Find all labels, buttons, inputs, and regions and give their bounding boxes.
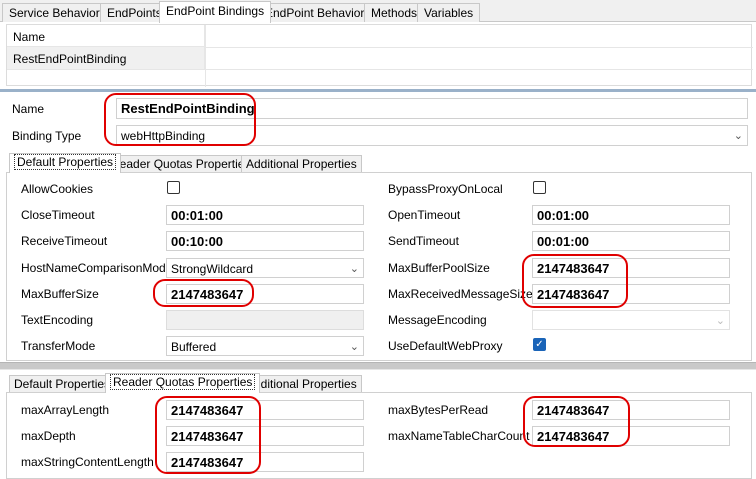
text-encoding-field[interactable] bbox=[166, 310, 364, 330]
max-buffer-pool-field[interactable]: 2147483647 bbox=[532, 258, 730, 278]
max-string-content-field[interactable]: 2147483647 bbox=[166, 452, 364, 472]
bypass-proxy-checkbox[interactable] bbox=[533, 181, 546, 194]
top-tab-strip: Service Behaviors EndPoints EndPoint Bin… bbox=[0, 0, 756, 23]
tab-default-properties[interactable]: Default Properties bbox=[9, 375, 116, 393]
tab-reader-quotas[interactable]: Reader Quotas Properties bbox=[106, 155, 256, 173]
tab-default-properties[interactable]: Default Properties bbox=[9, 153, 122, 173]
message-encoding-select[interactable]: ⌄ bbox=[532, 310, 730, 330]
bypass-proxy-label: BypassProxyOnLocal bbox=[388, 182, 503, 196]
tab-label: Reader Quotas Properties bbox=[110, 374, 256, 390]
row-divider bbox=[205, 47, 753, 48]
open-timeout-label: OpenTimeout bbox=[388, 208, 461, 222]
max-received-message-field[interactable]: 2147483647 bbox=[532, 284, 730, 304]
tab-label: Methods bbox=[371, 6, 418, 20]
tab-label: Variables bbox=[424, 6, 474, 20]
tab-label: EndPoints bbox=[107, 6, 162, 20]
binding-type-label: Binding Type bbox=[12, 129, 82, 143]
chevron-down-icon: ⌄ bbox=[349, 341, 359, 353]
max-received-message-label: MaxReceivedMessageSize bbox=[388, 287, 533, 301]
max-string-content-label: maxStringContentLength bbox=[21, 455, 154, 469]
transfer-mode-label: TransferMode bbox=[21, 339, 96, 353]
max-depth-label: maxDepth bbox=[21, 429, 76, 443]
chevron-down-icon: ⌄ bbox=[733, 130, 743, 142]
max-buffer-size-field[interactable]: 2147483647 bbox=[166, 284, 364, 304]
max-buffer-pool-label: MaxBufferPoolSize bbox=[388, 261, 490, 275]
transfer-mode-value: Buffered bbox=[171, 340, 217, 354]
tab-label: EndPoint Behaviors bbox=[265, 6, 371, 20]
tab-methods[interactable]: Methods bbox=[364, 3, 425, 22]
close-timeout-label: CloseTimeout bbox=[21, 208, 95, 222]
allow-cookies-checkbox[interactable] bbox=[167, 181, 180, 194]
max-array-length-field[interactable]: 2147483647 bbox=[166, 400, 364, 420]
max-name-table-label: maxNameTableCharCount bbox=[388, 429, 530, 443]
tab-label: Reader Quotas Properties bbox=[111, 157, 251, 171]
send-timeout-label: SendTimeout bbox=[388, 234, 459, 248]
chevron-down-icon: ⌄ bbox=[349, 263, 359, 275]
splitter[interactable] bbox=[0, 362, 756, 370]
tab-label: Default Properties bbox=[14, 377, 111, 391]
max-buffer-size-label: MaxBufferSize bbox=[21, 287, 99, 301]
allow-cookies-label: AllowCookies bbox=[21, 182, 94, 196]
transfer-mode-select[interactable]: Buffered ⌄ bbox=[166, 336, 364, 356]
tab-label: Default Properties bbox=[14, 154, 117, 170]
tab-endpoint-bindings[interactable]: EndPoint Bindings bbox=[159, 1, 272, 23]
receive-timeout-field[interactable]: 00:10:00 bbox=[166, 231, 364, 251]
max-bytes-per-read-field[interactable]: 2147483647 bbox=[532, 400, 730, 420]
list-item[interactable]: RestEndPointBinding bbox=[7, 47, 205, 69]
tab-additional-properties[interactable]: Additional Properties bbox=[241, 155, 362, 173]
tab-service-behaviors[interactable]: Service Behaviors bbox=[2, 3, 113, 22]
property-tabs-top: Default Properties Reader Quotas Propert… bbox=[6, 153, 746, 173]
tab-endpoint-behaviors[interactable]: EndPoint Behaviors bbox=[258, 3, 378, 22]
tab-label: Service Behaviors bbox=[9, 6, 106, 20]
chevron-down-icon: ⌄ bbox=[715, 315, 725, 327]
hostname-mode-label: HostNameComparisonMode bbox=[21, 261, 173, 275]
splitter[interactable] bbox=[0, 89, 756, 92]
text-encoding-label: TextEncoding bbox=[21, 313, 94, 327]
tab-label: Additional Properties bbox=[246, 157, 357, 171]
max-depth-field[interactable]: 2147483647 bbox=[166, 426, 364, 446]
column-divider bbox=[205, 25, 206, 87]
tab-variables[interactable]: Variables bbox=[417, 3, 481, 22]
open-timeout-field[interactable]: 00:01:00 bbox=[532, 205, 730, 225]
send-timeout-field[interactable]: 00:01:00 bbox=[532, 231, 730, 251]
checkmark-icon: ✓ bbox=[535, 339, 544, 350]
hostname-mode-value: StrongWildcard bbox=[171, 262, 254, 276]
max-bytes-per-read-label: maxBytesPerRead bbox=[388, 403, 489, 417]
row-divider bbox=[7, 69, 753, 70]
use-default-proxy-checkbox[interactable]: ✓ bbox=[533, 338, 546, 351]
property-tabs-bottom: Default Properties Reader Quotas Propert… bbox=[6, 373, 746, 393]
binding-name-field[interactable]: RestEndPointBinding bbox=[116, 98, 748, 119]
binding-type-select[interactable]: webHttpBinding ⌄ bbox=[116, 125, 748, 146]
name-label: Name bbox=[12, 102, 45, 116]
use-default-proxy-label: UseDefaultWebProxy bbox=[388, 339, 503, 353]
max-name-table-field[interactable]: 2147483647 bbox=[532, 426, 730, 446]
binding-type-value: webHttpBinding bbox=[121, 129, 206, 143]
list-header-name[interactable]: Name bbox=[7, 25, 205, 47]
max-array-length-label: maxArrayLength bbox=[21, 403, 110, 417]
receive-timeout-label: ReceiveTimeout bbox=[21, 234, 108, 248]
tab-label: EndPoint Bindings bbox=[166, 4, 265, 18]
tab-reader-quotas[interactable]: Reader Quotas Properties bbox=[105, 373, 261, 393]
bindings-list: Name RestEndPointBinding bbox=[6, 24, 753, 87]
message-encoding-label: MessageEncoding bbox=[388, 313, 487, 327]
hostname-mode-select[interactable]: StrongWildcard ⌄ bbox=[166, 258, 364, 278]
tab-label: Additional Properties bbox=[246, 377, 357, 391]
close-timeout-field[interactable]: 00:01:00 bbox=[166, 205, 364, 225]
